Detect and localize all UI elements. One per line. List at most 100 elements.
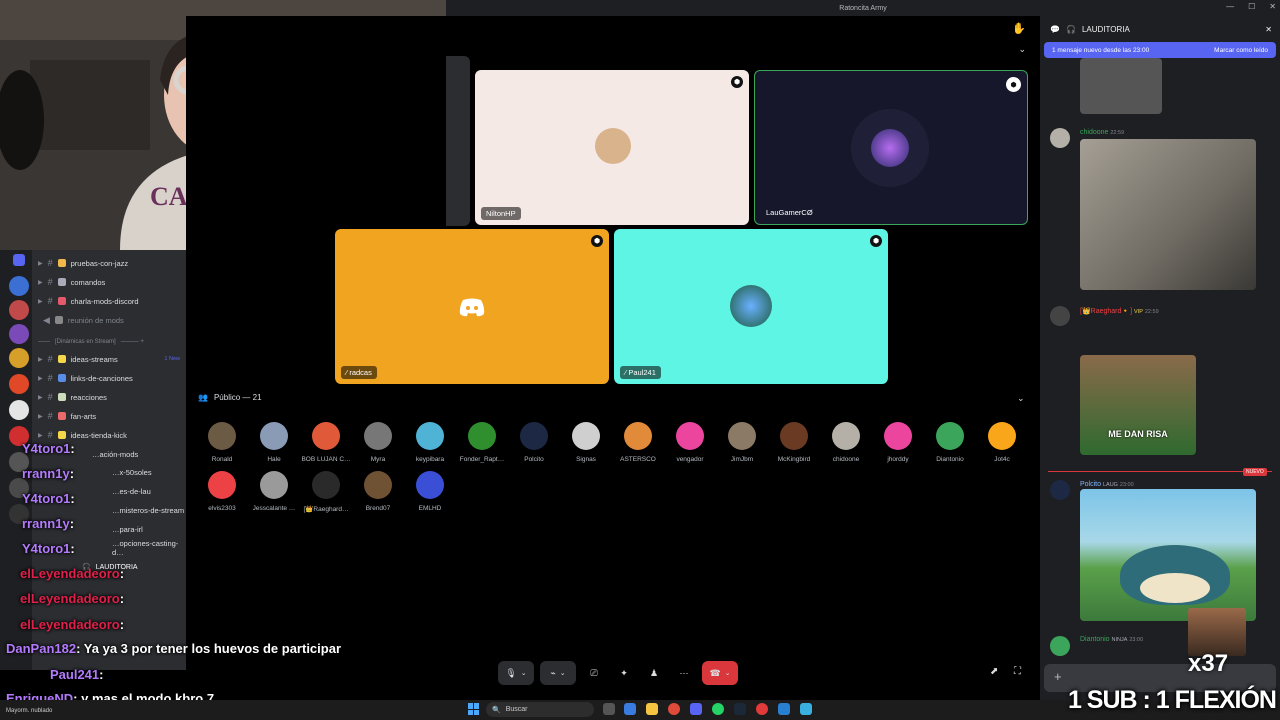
audience-member[interactable]: Jot4c bbox=[976, 422, 1028, 463]
steam-icon[interactable] bbox=[734, 703, 746, 715]
new-messages-bar[interactable]: 1 mensaje nuevo desde las 23:00 Marcar c… bbox=[1044, 42, 1276, 58]
avatar[interactable] bbox=[1050, 128, 1070, 148]
mark-read-button[interactable]: Marcar como leído bbox=[1214, 47, 1268, 54]
file-explorer-icon[interactable] bbox=[646, 703, 658, 715]
channel-item[interactable]: …misteros-de-stream bbox=[112, 502, 184, 518]
close-icon[interactable]: ✕ bbox=[1265, 25, 1272, 34]
channel-item[interactable]: ▶ # links-de-canciones bbox=[38, 370, 133, 386]
app-icon[interactable] bbox=[800, 703, 812, 715]
audience-member[interactable]: Jesscalante … bbox=[248, 471, 300, 512]
chrome-icon[interactable] bbox=[668, 703, 680, 715]
video-tile[interactable]: ⬢ NiltonHP bbox=[475, 70, 749, 225]
audience-member[interactable]: elvis2303 bbox=[196, 471, 248, 512]
audience-member[interactable]: Ronald bbox=[196, 422, 248, 463]
server-icon[interactable] bbox=[9, 300, 29, 320]
activity-button[interactable]: ✦ bbox=[612, 661, 636, 685]
copilot-icon[interactable] bbox=[624, 703, 636, 715]
audience-member[interactable]: jhorddy bbox=[872, 422, 924, 463]
video-tile-partial[interactable] bbox=[446, 56, 470, 226]
channel-item[interactable]: …es-de-lau bbox=[112, 483, 151, 499]
audience-member[interactable]: keypibara bbox=[404, 422, 456, 463]
audience-member[interactable]: Myra bbox=[352, 422, 404, 463]
chevron-down-icon[interactable]: ⌄ bbox=[1017, 393, 1025, 404]
start-icon[interactable] bbox=[468, 703, 480, 715]
channel-label: links-de-canciones bbox=[70, 373, 133, 383]
server-icon[interactable] bbox=[9, 374, 29, 394]
task-view-icon[interactable] bbox=[603, 703, 615, 715]
settings-icon[interactable]: ⬢ bbox=[731, 76, 743, 88]
chevron-down-icon[interactable]: ⌄ bbox=[1018, 44, 1026, 55]
taskbar-search[interactable]: 🔍 Buscar bbox=[486, 702, 594, 717]
meme-image[interactable]: ME DAN RISA bbox=[1080, 355, 1196, 455]
server-icon[interactable] bbox=[9, 348, 29, 368]
settings-icon[interactable]: ⬢ bbox=[1006, 77, 1021, 92]
avatar[interactable] bbox=[1050, 306, 1070, 326]
audience-member[interactable]: Signas bbox=[560, 422, 612, 463]
audience-header[interactable]: 👥 Público — 21 bbox=[198, 393, 262, 402]
hash-icon: # bbox=[47, 354, 53, 364]
settings-icon[interactable]: ⬢ bbox=[870, 235, 882, 247]
stream-chat-message: rrann1y: bbox=[22, 516, 74, 531]
audience-member[interactable]: EMLHD bbox=[404, 471, 456, 512]
channel-item[interactable]: ▶ # fan-arts bbox=[38, 408, 96, 424]
whatsapp-icon[interactable] bbox=[712, 703, 724, 715]
channel-item[interactable]: …opciones-casting-d… bbox=[112, 539, 186, 557]
maximize-icon[interactable]: ☐ bbox=[1248, 2, 1255, 11]
channel-item[interactable]: ▶ # comandos bbox=[38, 274, 105, 290]
channel-category[interactable]: —— [Dinámicas en Stream] ——— + bbox=[38, 334, 144, 350]
chat-text: : bbox=[69, 466, 75, 481]
popout-icon[interactable]: ⬈ bbox=[990, 666, 998, 677]
channel-item[interactable]: …x-50soles bbox=[112, 464, 152, 480]
audience-member[interactable]: [👑Raeghard… bbox=[300, 471, 352, 513]
more-button[interactable]: ⋯ bbox=[672, 661, 696, 685]
message-author[interactable]: [👑Raeghard🔸] VIP 22:59 bbox=[1080, 307, 1159, 315]
message-author[interactable]: chidoone 22:59 bbox=[1080, 129, 1124, 136]
audience-member[interactable]: Fonder_Rapt… bbox=[456, 422, 508, 463]
message-image[interactable] bbox=[1080, 489, 1256, 621]
channel-item[interactable]: ▶ # ideas-streams 1 New bbox=[38, 351, 180, 367]
server-icon[interactable] bbox=[13, 254, 25, 266]
app-icon[interactable] bbox=[756, 703, 768, 715]
audience-member[interactable]: Brend07 bbox=[352, 471, 404, 512]
minimize-icon[interactable]: — bbox=[1226, 2, 1234, 11]
channel-item[interactable]: ◀ reunión de mods bbox=[38, 312, 124, 328]
message-author[interactable]: Diantonio NINJA 23:00 bbox=[1080, 636, 1143, 643]
microphone-button[interactable]: 🎙 ⌄ bbox=[498, 661, 534, 685]
avatar[interactable] bbox=[1050, 636, 1070, 656]
plus-icon[interactable]: + bbox=[1054, 669, 1062, 684]
audience-member[interactable]: vengador bbox=[664, 422, 716, 463]
discord-taskbar-icon[interactable] bbox=[690, 703, 702, 715]
audience-member[interactable]: Hale bbox=[248, 422, 300, 463]
message-author[interactable]: Polcito LAUG 23:00 bbox=[1080, 481, 1134, 488]
message-image[interactable] bbox=[1080, 139, 1256, 290]
video-tile[interactable]: ⬢ ⁄ Paul241 bbox=[614, 229, 888, 384]
channel-item[interactable]: …para-irl bbox=[112, 521, 143, 537]
server-icon[interactable] bbox=[9, 276, 29, 296]
app-icon[interactable] bbox=[778, 703, 790, 715]
audience-member[interactable]: chidoone bbox=[820, 422, 872, 463]
channel-item[interactable]: ▶ # charla-mods-discord bbox=[38, 293, 139, 309]
audience-member[interactable]: ASTERSCO bbox=[612, 422, 664, 463]
avatar[interactable] bbox=[1050, 480, 1070, 500]
audience-member[interactable]: Diantonio bbox=[924, 422, 976, 463]
close-icon[interactable]: ✕ bbox=[1269, 2, 1276, 11]
channel-item[interactable]: …ación-mods bbox=[92, 446, 138, 462]
video-tile[interactable]: ⬢ ⁄ radcas bbox=[335, 229, 609, 384]
server-icon[interactable] bbox=[9, 324, 29, 344]
raise-hand-icon[interactable]: ✋ bbox=[1012, 22, 1026, 35]
audience-member[interactable]: McKingbird bbox=[768, 422, 820, 463]
video-tile-speaking[interactable]: ⬢ LauGamerCØ bbox=[754, 70, 1028, 225]
camera-button[interactable]: ⌁ ⌄ bbox=[540, 661, 576, 685]
server-icon[interactable] bbox=[9, 400, 29, 420]
fullscreen-icon[interactable]: ⛶ bbox=[1014, 666, 1021, 677]
soundboard-button[interactable]: ♟ bbox=[642, 661, 666, 685]
audience-member[interactable]: JimJbm bbox=[716, 422, 768, 463]
disconnect-button[interactable]: ☎ ⌄ bbox=[702, 661, 738, 685]
channel-item[interactable]: ▶ # reacciones bbox=[38, 389, 107, 405]
audience-member[interactable]: Polcito bbox=[508, 422, 560, 463]
screen-share-button[interactable]: ⎚ bbox=[582, 661, 606, 685]
channel-item[interactable]: ▶ # pruebas-con-jazz bbox=[38, 255, 128, 271]
settings-icon[interactable]: ⬢ bbox=[591, 235, 603, 247]
audience-member[interactable]: BOB LUJAN C… bbox=[300, 422, 352, 463]
message-image[interactable] bbox=[1080, 58, 1162, 114]
